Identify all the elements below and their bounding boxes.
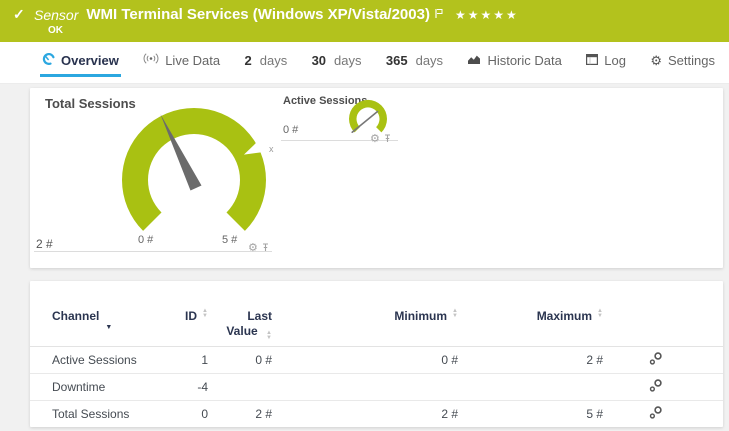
channel-settings-gears-icon[interactable] (649, 406, 663, 422)
divider (34, 251, 272, 252)
sensor-header: ✓ Sensor WMI Terminal Services (Windows … (0, 0, 729, 42)
table-row-total-sessions: Total Sessions 0 2 # 2 # 5 # (30, 401, 723, 427)
sensor-tabbar: Overview Live Data 2 days 30 days 365 da… (0, 42, 729, 84)
column-header-maximum[interactable]: Maximum ▲▼ (458, 309, 603, 346)
table-row-downtime: Downtime -4 (30, 374, 723, 401)
total-sessions-current-value: 2 # (36, 237, 53, 251)
channel-name-link[interactable]: Downtime (52, 380, 162, 394)
channel-maximum: 5 # (458, 407, 603, 421)
column-header-id[interactable]: ID ▲▼ (162, 309, 208, 346)
column-header-minimum[interactable]: Minimum ▲▼ (272, 309, 458, 346)
channel-settings-gears-icon[interactable] (649, 352, 663, 368)
tab-historic-data[interactable]: Historic Data (465, 53, 563, 77)
tab-2-days[interactable]: 2 days (243, 53, 290, 77)
channel-minimum: 2 # (272, 407, 458, 421)
gauge-marker-label: x (269, 144, 274, 154)
channel-last-value: 2 # (208, 407, 272, 421)
tab-settings[interactable]: ⚙ Settings (648, 53, 717, 77)
gear-icon: ⚙ (650, 54, 662, 67)
tab-30-days[interactable]: 30 days (310, 53, 364, 77)
tab-overview-label: Overview (61, 53, 119, 68)
status-ok-check-icon: ✓ (13, 6, 25, 23)
priority-stars[interactable]: ★★★★★ (455, 8, 519, 22)
total-sessions-tools: ⚙ (248, 239, 269, 257)
tab-settings-label: Settings (668, 53, 715, 68)
pin-icon[interactable] (262, 239, 269, 257)
channels-table-panel: Channel ▼ ID ▲▼ Last Value ▲▼ Minimum ▲▼… (30, 281, 723, 427)
tab-log-label: Log (604, 53, 626, 68)
chevron-down-icon: ▼ (105, 324, 112, 331)
sensor-status-badge: OK (48, 25, 63, 36)
total-sessions-gauge (109, 102, 279, 262)
channel-last-value: 0 # (208, 353, 272, 367)
channel-settings-gears-icon[interactable] (649, 379, 663, 395)
active-sessions-tools: ⚙ (370, 130, 391, 148)
channel-settings-gear-icon[interactable]: ⚙ (248, 243, 258, 254)
column-header-last-value[interactable]: Last Value ▲▼ (208, 309, 272, 346)
flag-icon[interactable] (435, 6, 443, 24)
gauge-ring (349, 100, 387, 132)
broadcast-icon (143, 52, 159, 68)
active-sessions-current-value: 0 # (283, 124, 298, 136)
area-chart-icon (467, 53, 481, 68)
tab-overview[interactable]: Overview (40, 53, 121, 77)
tab-live-data[interactable]: Live Data (141, 52, 222, 77)
channel-settings-gear-icon[interactable]: ⚙ (370, 134, 380, 145)
tab-historic-label: Historic Data (487, 53, 561, 68)
gauge-scale-min: 0 # (138, 234, 153, 246)
log-table-icon (586, 53, 598, 68)
sensor-title: WMI Terminal Services (Windows XP/Vista/… (86, 6, 430, 23)
channel-id: 0 (162, 407, 208, 421)
tab-log[interactable]: Log (584, 53, 628, 77)
tab-live-data-label: Live Data (165, 53, 220, 68)
channel-id: -4 (162, 380, 208, 394)
channel-name-link[interactable]: Total Sessions (52, 407, 162, 421)
table-row-active-sessions: Active Sessions 1 0 # 0 # 2 # (30, 347, 723, 374)
pin-icon[interactable] (384, 130, 391, 148)
table-header-row: Channel ▼ ID ▲▼ Last Value ▲▼ Minimum ▲▼… (30, 281, 723, 347)
gauge-icon (42, 53, 55, 68)
column-header-channel[interactable]: Channel ▼ (52, 309, 162, 346)
gauge-ring (122, 108, 266, 231)
channel-maximum: 2 # (458, 353, 603, 367)
gauges-panel: Total Sessions x 0 # 5 # 2 # ⚙ Active Se… (30, 88, 723, 268)
channel-name-link[interactable]: Active Sessions (52, 353, 162, 367)
tab-365-days[interactable]: 365 days (384, 53, 445, 77)
channel-id: 1 (162, 353, 208, 367)
channel-minimum: 0 # (272, 353, 458, 367)
gauge-scale-max: 5 # (222, 234, 237, 246)
object-kind-label: Sensor (34, 7, 78, 23)
